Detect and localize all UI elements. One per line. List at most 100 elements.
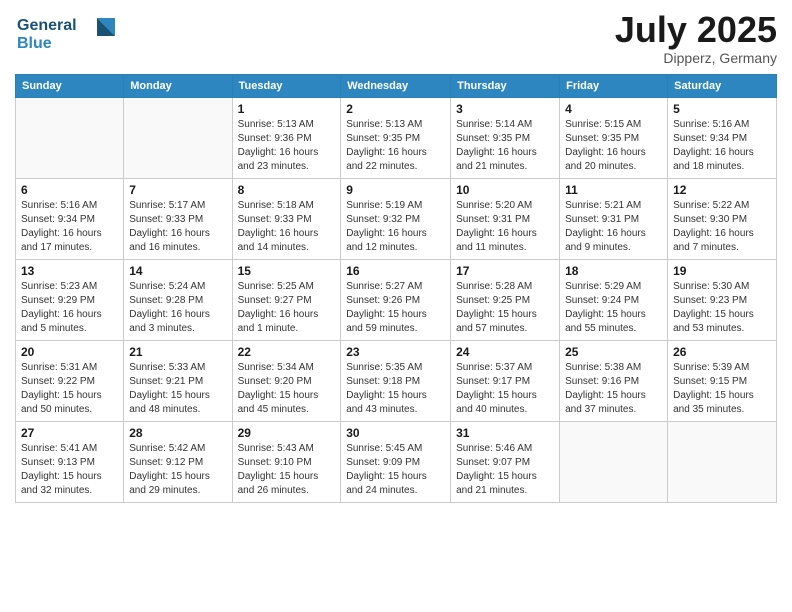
day-number: 19 bbox=[673, 264, 771, 278]
day-info: Sunrise: 5:37 AM Sunset: 9:17 PM Dayligh… bbox=[456, 361, 554, 417]
day-info: Sunrise: 5:17 AM Sunset: 9:33 PM Dayligh… bbox=[129, 199, 226, 255]
day-info: Sunrise: 5:19 AM Sunset: 9:32 PM Dayligh… bbox=[346, 199, 445, 255]
day-info: Sunrise: 5:15 AM Sunset: 9:35 PM Dayligh… bbox=[565, 118, 662, 174]
svg-text:Blue: Blue bbox=[17, 35, 52, 52]
day-info: Sunrise: 5:23 AM Sunset: 9:29 PM Dayligh… bbox=[21, 280, 118, 336]
day-info: Sunrise: 5:14 AM Sunset: 9:35 PM Dayligh… bbox=[456, 118, 554, 174]
calendar-header: Sunday Monday Tuesday Wednesday Thursday… bbox=[16, 74, 777, 97]
day-number: 6 bbox=[21, 183, 118, 197]
day-number: 28 bbox=[129, 426, 226, 440]
col-monday: Monday bbox=[124, 74, 232, 97]
day-info: Sunrise: 5:18 AM Sunset: 9:33 PM Dayligh… bbox=[238, 199, 336, 255]
day-number: 9 bbox=[346, 183, 445, 197]
day-number: 7 bbox=[129, 183, 226, 197]
table-row: 1Sunrise: 5:13 AM Sunset: 9:36 PM Daylig… bbox=[232, 97, 341, 178]
calendar: Sunday Monday Tuesday Wednesday Thursday… bbox=[15, 74, 777, 503]
table-row: 26 Sunrise: 5:39 AM Sunset: 9:15 PM Dayli… bbox=[668, 340, 777, 421]
col-sunday: Sunday bbox=[16, 74, 124, 97]
header: General Blue July 2025 Dipperz, Germany bbox=[15, 10, 777, 66]
day-number: 1 bbox=[238, 102, 336, 116]
day-number: 11 bbox=[565, 183, 662, 197]
col-friday: Friday bbox=[560, 74, 668, 97]
day-number: 12 bbox=[673, 183, 771, 197]
day-info: Sunrise: 5:39 AM Sunset: 9:15 PM Dayligh… bbox=[673, 361, 771, 417]
day-number: 23 bbox=[346, 345, 445, 359]
table-row: 30 Sunrise: 5:45 AM Sunset: 9:09 PM Dayli… bbox=[341, 421, 451, 502]
table-row: 21 Sunrise: 5:33 AM Sunset: 9:21 PM Dayli… bbox=[124, 340, 232, 421]
day-number: 5 bbox=[673, 102, 771, 116]
day-info: Sunrise: 5:42 AM Sunset: 9:12 PM Dayligh… bbox=[129, 442, 226, 498]
logo: General Blue bbox=[15, 10, 125, 60]
table-row: 20 Sunrise: 5:31 AM Sunset: 9:22 PM Dayli… bbox=[16, 340, 124, 421]
day-number: 22 bbox=[238, 345, 336, 359]
header-row: Sunday Monday Tuesday Wednesday Thursday… bbox=[16, 74, 777, 97]
table-row bbox=[668, 421, 777, 502]
day-info: Sunrise: 5:16 AM Sunset: 9:34 PM Dayligh… bbox=[673, 118, 771, 174]
day-number: 27 bbox=[21, 426, 118, 440]
table-row: 10Sunrise: 5:20 AM Sunset: 9:31 PM Dayli… bbox=[451, 178, 560, 259]
day-number: 18 bbox=[565, 264, 662, 278]
day-info: Sunrise: 5:43 AM Sunset: 9:10 PM Dayligh… bbox=[238, 442, 336, 498]
table-row: 5 Sunrise: 5:16 AM Sunset: 9:34 PM Daylig… bbox=[668, 97, 777, 178]
table-row: 22 Sunrise: 5:34 AM Sunset: 9:20 PM Dayli… bbox=[232, 340, 341, 421]
day-number: 31 bbox=[456, 426, 554, 440]
day-info: Sunrise: 5:34 AM Sunset: 9:20 PM Dayligh… bbox=[238, 361, 336, 417]
day-number: 21 bbox=[129, 345, 226, 359]
day-number: 25 bbox=[565, 345, 662, 359]
day-number: 16 bbox=[346, 264, 445, 278]
table-row: 25Sunrise: 5:38 AM Sunset: 9:16 PM Dayli… bbox=[560, 340, 668, 421]
month-title: July 2025 bbox=[615, 10, 777, 50]
col-tuesday: Tuesday bbox=[232, 74, 341, 97]
day-info: Sunrise: 5:20 AM Sunset: 9:31 PM Dayligh… bbox=[456, 199, 554, 255]
day-info: Sunrise: 5:28 AM Sunset: 9:25 PM Dayligh… bbox=[456, 280, 554, 336]
day-number: 13 bbox=[21, 264, 118, 278]
day-number: 26 bbox=[673, 345, 771, 359]
day-info: Sunrise: 5:25 AM Sunset: 9:27 PM Dayligh… bbox=[238, 280, 336, 336]
day-info: Sunrise: 5:22 AM Sunset: 9:30 PM Dayligh… bbox=[673, 199, 771, 255]
day-info: Sunrise: 5:13 AM Sunset: 9:35 PM Dayligh… bbox=[346, 118, 445, 174]
calendar-body: 1Sunrise: 5:13 AM Sunset: 9:36 PM Daylig… bbox=[16, 97, 777, 502]
day-info: Sunrise: 5:21 AM Sunset: 9:31 PM Dayligh… bbox=[565, 199, 662, 255]
svg-text:General: General bbox=[17, 17, 77, 34]
table-row: 29Sunrise: 5:43 AM Sunset: 9:10 PM Dayli… bbox=[232, 421, 341, 502]
day-number: 4 bbox=[565, 102, 662, 116]
table-row: 13 Sunrise: 5:23 AM Sunset: 9:29 PM Dayli… bbox=[16, 259, 124, 340]
table-row: 8 Sunrise: 5:18 AM Sunset: 9:33 PM Daylig… bbox=[232, 178, 341, 259]
col-saturday: Saturday bbox=[668, 74, 777, 97]
table-row: 23 Sunrise: 5:35 AM Sunset: 9:18 PM Dayli… bbox=[341, 340, 451, 421]
day-info: Sunrise: 5:27 AM Sunset: 9:26 PM Dayligh… bbox=[346, 280, 445, 336]
day-number: 8 bbox=[238, 183, 336, 197]
day-number: 15 bbox=[238, 264, 336, 278]
day-info: Sunrise: 5:46 AM Sunset: 9:07 PM Dayligh… bbox=[456, 442, 554, 498]
col-wednesday: Wednesday bbox=[341, 74, 451, 97]
day-info: Sunrise: 5:29 AM Sunset: 9:24 PM Dayligh… bbox=[565, 280, 662, 336]
title-block: July 2025 Dipperz, Germany bbox=[615, 10, 777, 66]
table-row bbox=[16, 97, 124, 178]
day-info: Sunrise: 5:31 AM Sunset: 9:22 PM Dayligh… bbox=[21, 361, 118, 417]
day-number: 17 bbox=[456, 264, 554, 278]
day-number: 2 bbox=[346, 102, 445, 116]
table-row: 2 Sunrise: 5:13 AM Sunset: 9:35 PM Daylig… bbox=[341, 97, 451, 178]
day-number: 30 bbox=[346, 426, 445, 440]
day-info: Sunrise: 5:33 AM Sunset: 9:21 PM Dayligh… bbox=[129, 361, 226, 417]
table-row: 15 Sunrise: 5:25 AM Sunset: 9:27 PM Dayli… bbox=[232, 259, 341, 340]
table-row: 27Sunrise: 5:41 AM Sunset: 9:13 PM Dayli… bbox=[16, 421, 124, 502]
location: Dipperz, Germany bbox=[615, 50, 777, 66]
day-info: Sunrise: 5:45 AM Sunset: 9:09 PM Dayligh… bbox=[346, 442, 445, 498]
day-info: Sunrise: 5:24 AM Sunset: 9:28 PM Dayligh… bbox=[129, 280, 226, 336]
table-row bbox=[560, 421, 668, 502]
table-row: 16 Sunrise: 5:27 AM Sunset: 9:26 PM Dayli… bbox=[341, 259, 451, 340]
day-info: Sunrise: 5:35 AM Sunset: 9:18 PM Dayligh… bbox=[346, 361, 445, 417]
table-row: 28 Sunrise: 5:42 AM Sunset: 9:12 PM Dayli… bbox=[124, 421, 232, 502]
day-number: 3 bbox=[456, 102, 554, 116]
col-thursday: Thursday bbox=[451, 74, 560, 97]
day-number: 14 bbox=[129, 264, 226, 278]
table-row: 19 Sunrise: 5:30 AM Sunset: 9:23 PM Dayli… bbox=[668, 259, 777, 340]
day-info: Sunrise: 5:30 AM Sunset: 9:23 PM Dayligh… bbox=[673, 280, 771, 336]
table-row: 14 Sunrise: 5:24 AM Sunset: 9:28 PM Dayli… bbox=[124, 259, 232, 340]
table-row: 17 Sunrise: 5:28 AM Sunset: 9:25 PM Dayli… bbox=[451, 259, 560, 340]
table-row: 4 Sunrise: 5:15 AM Sunset: 9:35 PM Daylig… bbox=[560, 97, 668, 178]
table-row: 12 Sunrise: 5:22 AM Sunset: 9:30 PM Dayli… bbox=[668, 178, 777, 259]
table-row: 31 Sunrise: 5:46 AM Sunset: 9:07 PM Dayli… bbox=[451, 421, 560, 502]
day-number: 20 bbox=[21, 345, 118, 359]
